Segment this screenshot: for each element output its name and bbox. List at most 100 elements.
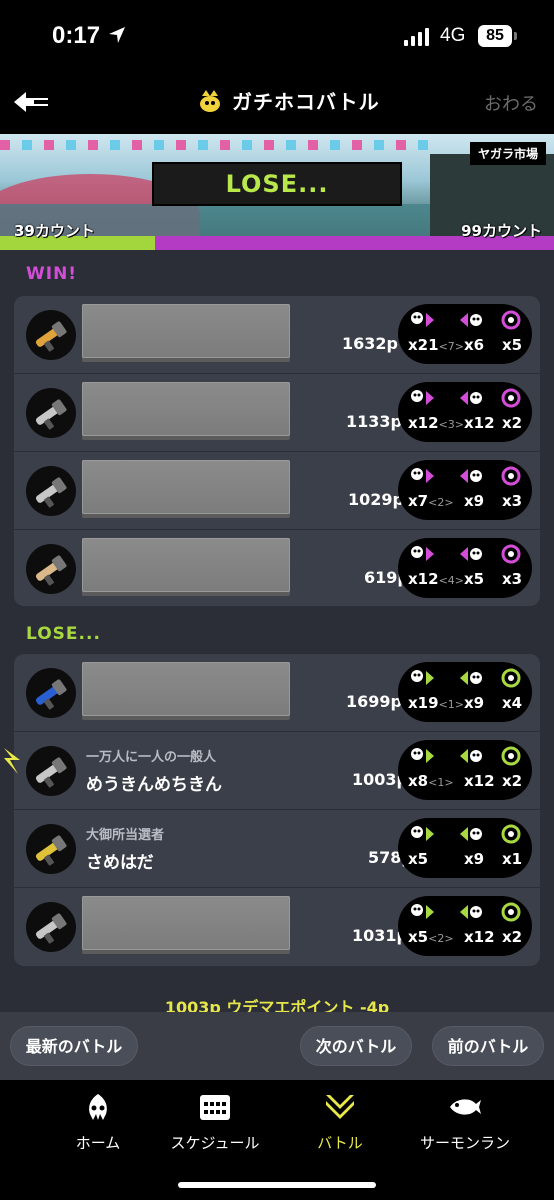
self-marker-icon [4, 748, 20, 774]
battery-tip [514, 32, 517, 40]
death-count: x12 [464, 928, 495, 946]
death-icon [460, 671, 482, 685]
squid-icon [89, 1094, 107, 1120]
player-stats: x21<7> x6 x5 [398, 304, 532, 364]
battle-nav-strip: 最新のバトル 次のバトル 前のバトル [0, 1012, 554, 1080]
kill-count: x8<1> [408, 772, 454, 790]
player-stats: x19<1> x9 x4 [398, 662, 532, 722]
latest-battle-button[interactable]: 最新のバトル [10, 1026, 138, 1066]
app-header: ガチホコバトル おわる [0, 72, 554, 134]
assist-count: <3> [438, 418, 464, 431]
kill-count: x21<7> [408, 336, 464, 354]
stage-name: ヤガラ市場 [469, 142, 546, 165]
player-row[interactable]: 1699p x19<1> x9 x4 [14, 654, 540, 732]
kill-icon [411, 904, 434, 919]
player-stats: x7<2> x9 x3 [398, 460, 532, 520]
weapon-icon [26, 746, 76, 796]
player-title: 大御所当選者 [86, 828, 165, 843]
weapon-icon [26, 310, 76, 360]
lose-section-label: LOSE... [26, 624, 101, 644]
kill-count: x7<2> [408, 492, 454, 510]
player-name: めうきんめちきん [86, 775, 222, 795]
special-count: x2 [502, 928, 523, 946]
calendar-icon [200, 1095, 230, 1120]
hidden-nameplate [82, 662, 290, 716]
enemy-team-count: 99カウント [461, 222, 542, 240]
player-stats: x5 x9 x1 [398, 818, 532, 878]
player-stats: x12<4> x5 x3 [398, 538, 532, 598]
assist-count: <7> [438, 340, 464, 353]
special-count: x1 [502, 850, 523, 868]
tab-salmon-run[interactable]: サーモンラン [410, 1092, 520, 1153]
player-stats: x5<2> x12 x2 [398, 896, 532, 956]
salmon-icon [450, 1099, 481, 1115]
death-icon [460, 547, 482, 561]
home-indicator [178, 1182, 376, 1188]
special-count: x5 [502, 336, 523, 354]
weapon-icon [26, 388, 76, 438]
special-count: x3 [502, 492, 523, 510]
player-row[interactable]: 619p x12<4> x5 x3 [14, 530, 540, 606]
player-stats: x12<3> x12 x2 [398, 382, 532, 442]
death-icon [460, 905, 482, 919]
player-stats: x8<1> x12 x2 [398, 740, 532, 800]
kill-icon [411, 390, 434, 405]
tab-battle[interactable]: バトル [300, 1092, 380, 1153]
weapon-icon [26, 466, 76, 516]
next-battle-button[interactable]: 次のバトル [300, 1026, 412, 1066]
network-type: 4G [440, 25, 466, 46]
weapon-icon [26, 668, 76, 718]
special-icon [501, 746, 521, 766]
kill-icon [411, 670, 434, 685]
player-row[interactable]: 1029p x7<2> x9 x3 [14, 452, 540, 530]
results-panel: WIN! 1632p x21<7> x6 x5 1133p x12<3> x12 x2 1029… [0, 250, 554, 1080]
stage-banner: ヤガラ市場 LOSE... 39カウント 99カウント [0, 134, 554, 250]
hidden-nameplate [82, 538, 290, 592]
assist-count: <4> [438, 574, 464, 587]
tab-salmon-label: サーモンラン [419, 1134, 510, 1152]
assist-count: <1> [438, 698, 464, 711]
player-points: 1133p [346, 412, 402, 431]
kill-count: x12<3> [408, 414, 464, 432]
special-icon [501, 668, 521, 688]
assist-count: <2> [428, 496, 454, 509]
special-icon [501, 824, 521, 844]
special-icon [501, 544, 521, 564]
kill-icon [411, 748, 434, 763]
tab-home[interactable]: ホーム [58, 1092, 138, 1153]
tab-schedule[interactable]: スケジュール [163, 1092, 267, 1153]
death-count: x6 [464, 336, 485, 354]
player-points: 1029p [348, 490, 404, 509]
player-row[interactable]: 1632p x21<7> x6 x5 [14, 296, 540, 374]
weapon-icon [26, 544, 76, 594]
rainmaker-icon [200, 89, 220, 112]
player-row[interactable]: 大御所当選者 さめはだ 578p x5 x9 x1 [14, 810, 540, 888]
previous-battle-button[interactable]: 前のバトル [432, 1026, 544, 1066]
player-points: 1632p [342, 334, 398, 353]
special-icon [501, 902, 521, 922]
player-row[interactable]: 1031p x5<2> x12 x2 [14, 888, 540, 966]
status-bar: 0:17 4G 85 [0, 0, 554, 72]
win-team-list: 1632p x21<7> x6 x5 1133p x12<3> x12 x2 1029p x7<2… [14, 296, 540, 606]
back-arrow-icon[interactable] [12, 88, 52, 116]
death-icon [460, 469, 482, 483]
death-count: x5 [464, 570, 485, 588]
kill-icon [411, 312, 434, 327]
battle-icon [326, 1095, 354, 1119]
death-count: x9 [464, 492, 485, 510]
special-icon [501, 466, 521, 486]
special-icon [501, 310, 521, 330]
death-count: x9 [464, 694, 485, 712]
signal-bars-icon [404, 28, 429, 46]
my-team-count: 39カウント [14, 222, 95, 240]
player-row[interactable]: 一万人に一人の一般人 めうきんめちきん 1003p x8<1> x12 x2 [14, 732, 540, 810]
close-button[interactable]: おわる [484, 90, 538, 116]
kill-count: x12<4> [408, 570, 464, 588]
tab-bar: ホーム スケジュール バトル サーモンラン [0, 1080, 554, 1200]
player-name: さめはだ [86, 853, 154, 873]
special-count: x2 [502, 772, 523, 790]
location-arrow-icon [109, 27, 125, 43]
kill-count: x19<1> [408, 694, 464, 712]
player-row[interactable]: 1133p x12<3> x12 x2 [14, 374, 540, 452]
death-count: x12 [464, 772, 495, 790]
